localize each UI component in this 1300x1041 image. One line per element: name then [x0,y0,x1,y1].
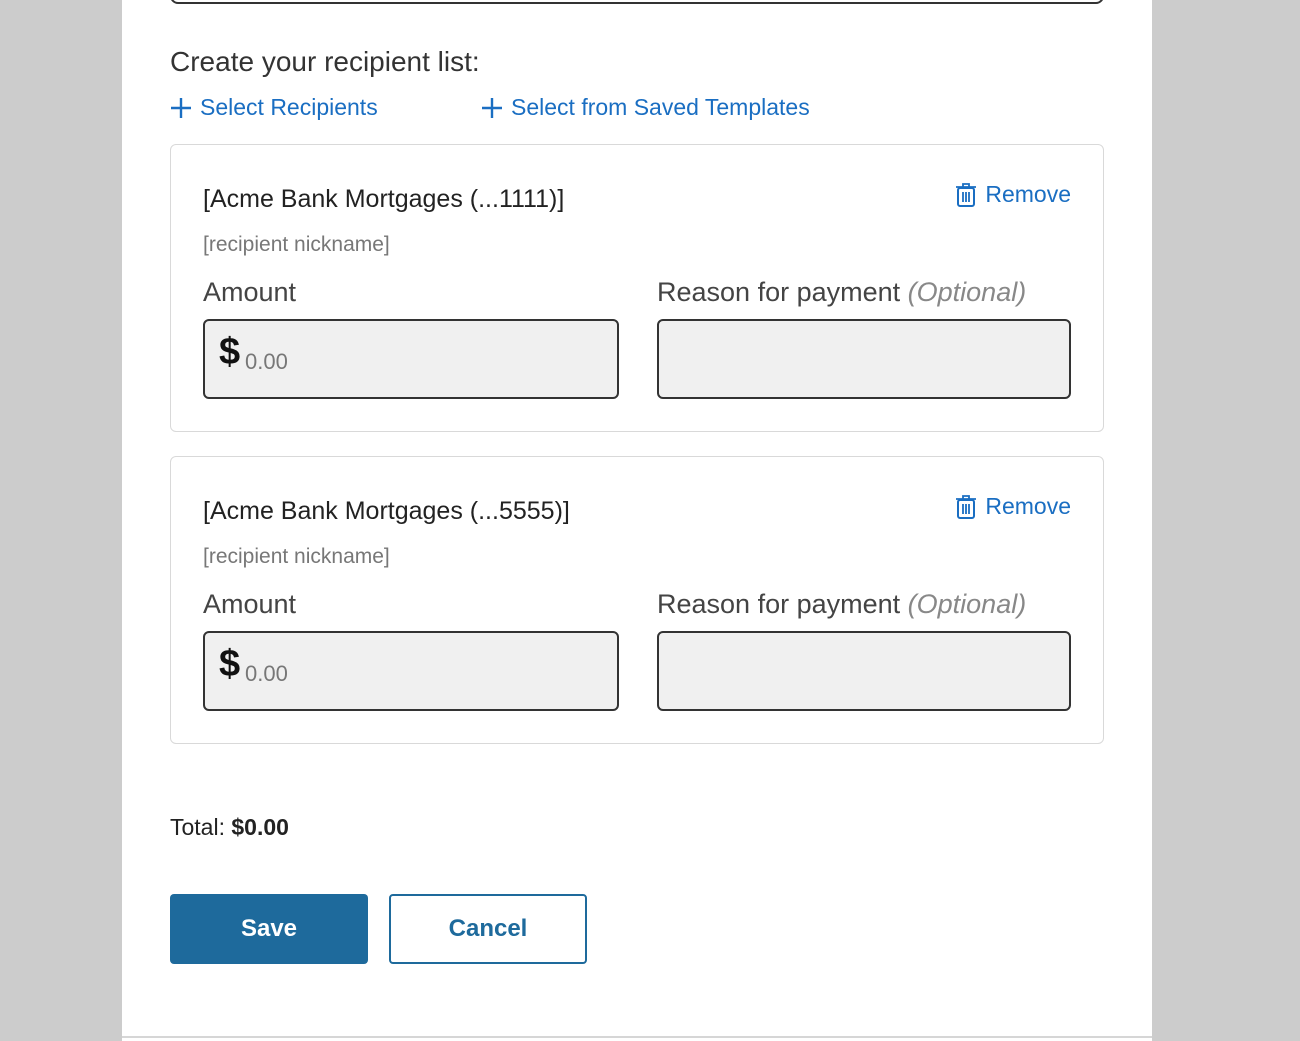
amount-field[interactable]: $ [203,319,619,399]
reason-label: Reason for payment (Optional) [657,589,1026,620]
recipient-card: [Acme Bank Mortgages (...1111)] [recipie… [170,144,1104,432]
recipient-nickname: [recipient nickname] [203,545,390,568]
currency-symbol: $ [219,331,241,373]
divider [122,1036,1152,1038]
recipient-card: [Acme Bank Mortgages (...5555)] [recipie… [170,456,1104,744]
recipient-name: [Acme Bank Mortgages (...5555)] [203,497,570,525]
plus-icon [171,97,191,118]
amount-label: Amount [203,277,297,307]
reason-input[interactable] [659,633,1069,709]
amount-input[interactable] [243,341,607,383]
trash-icon [956,494,977,519]
recipient-nickname: [recipient nickname] [203,233,390,256]
amount-label: Amount [203,589,297,619]
total-value: $0.00 [231,814,289,840]
plus-icon [482,97,502,118]
select-recipients-label: Select Recipients [200,94,378,120]
remove-recipient-button[interactable]: Remove [955,493,1071,520]
remove-label: Remove [985,493,1071,519]
remove-label: Remove [985,181,1071,207]
optional-tag: (Optional) [907,277,1027,307]
total-summary: Total: $0.00 [170,814,289,841]
previous-input-field[interactable] [170,0,1104,4]
save-button[interactable]: Save [170,894,368,964]
currency-symbol: $ [219,643,241,685]
select-templates-label: Select from Saved Templates [511,94,810,120]
select-recipients-link[interactable]: Select Recipients [170,94,378,121]
optional-tag: (Optional) [907,589,1027,619]
recipient-actions: Select Recipients Select from Saved Temp… [170,94,1070,126]
reason-label: Reason for payment (Optional) [657,277,1026,308]
reason-input[interactable] [659,321,1069,397]
remove-recipient-button[interactable]: Remove [955,181,1071,208]
trash-icon [956,182,977,207]
recipient-list-heading: Create your recipient list: [170,46,480,77]
total-label: Total: [170,814,225,840]
reason-label-text: Reason for payment [657,589,901,619]
reason-field[interactable] [657,319,1071,399]
amount-field[interactable]: $ [203,631,619,711]
amount-input[interactable] [243,653,607,695]
cancel-button[interactable]: Cancel [389,894,587,964]
recipient-name: [Acme Bank Mortgages (...1111)] [203,185,565,213]
payment-form-panel: Create your recipient list: Select Recip… [122,0,1152,1041]
reason-label-text: Reason for payment [657,277,901,307]
select-templates-link[interactable]: Select from Saved Templates [481,94,810,121]
reason-field[interactable] [657,631,1071,711]
